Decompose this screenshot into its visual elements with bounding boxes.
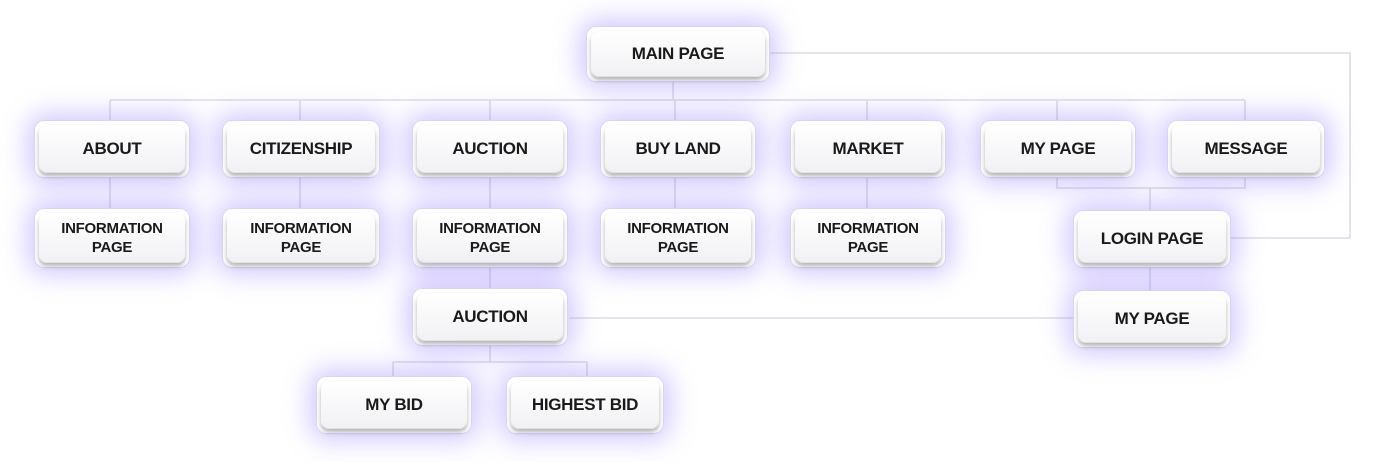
connector-mypage-message-join	[1056, 178, 1246, 189]
node-label: LOGIN PAGE	[1100, 229, 1204, 248]
sitemap-diagram: MAIN PAGE ABOUT CITIZENSHIP AUCTION BUY …	[0, 0, 1386, 462]
node-label: INFORMATION PAGE	[627, 220, 729, 256]
node-about: ABOUT	[34, 120, 190, 178]
node-message: MESSAGE	[1167, 120, 1325, 178]
node-label: CITIZENSHIP	[249, 139, 353, 158]
node-label: MAIN PAGE	[631, 44, 725, 63]
node-label: MY BID	[365, 395, 423, 414]
node-label: HIGHEST BID	[531, 395, 639, 414]
node-information-page-market: INFORMATION PAGE	[790, 208, 946, 268]
node-label: MY PAGE	[1114, 309, 1190, 328]
node-label: INFORMATION PAGE	[250, 220, 352, 256]
node-buy-land: BUY LAND	[600, 120, 756, 178]
connector-auction-bus	[392, 346, 588, 378]
node-label: INFORMATION PAGE	[439, 220, 541, 256]
node-login-my-page: MY PAGE	[1073, 290, 1231, 348]
node-information-page-citizenship: INFORMATION PAGE	[222, 208, 380, 268]
node-label: AUCTION	[452, 139, 528, 158]
node-label: BUY LAND	[635, 139, 721, 158]
node-auction: AUCTION	[412, 120, 568, 178]
node-main-page: MAIN PAGE	[586, 26, 770, 82]
node-label: MY PAGE	[1020, 139, 1096, 158]
node-highest-bid: HIGHEST BID	[506, 376, 664, 434]
node-market: MARKET	[790, 120, 946, 178]
node-information-page-buy-land: INFORMATION PAGE	[600, 208, 756, 268]
node-my-bid: MY BID	[316, 376, 472, 434]
node-login-page: LOGIN PAGE	[1073, 210, 1231, 268]
node-label: INFORMATION PAGE	[817, 220, 919, 256]
node-auction-detail: AUCTION	[412, 288, 568, 346]
node-label: MESSAGE	[1204, 139, 1288, 158]
node-information-page-auction: INFORMATION PAGE	[412, 208, 568, 268]
node-citizenship: CITIZENSHIP	[222, 120, 380, 178]
node-label: MARKET	[832, 139, 904, 158]
node-my-page: MY PAGE	[980, 120, 1136, 178]
node-label: INFORMATION PAGE	[61, 220, 163, 256]
node-label: AUCTION	[452, 307, 528, 326]
node-label: ABOUT	[82, 139, 142, 158]
node-information-page-about: INFORMATION PAGE	[34, 208, 190, 268]
